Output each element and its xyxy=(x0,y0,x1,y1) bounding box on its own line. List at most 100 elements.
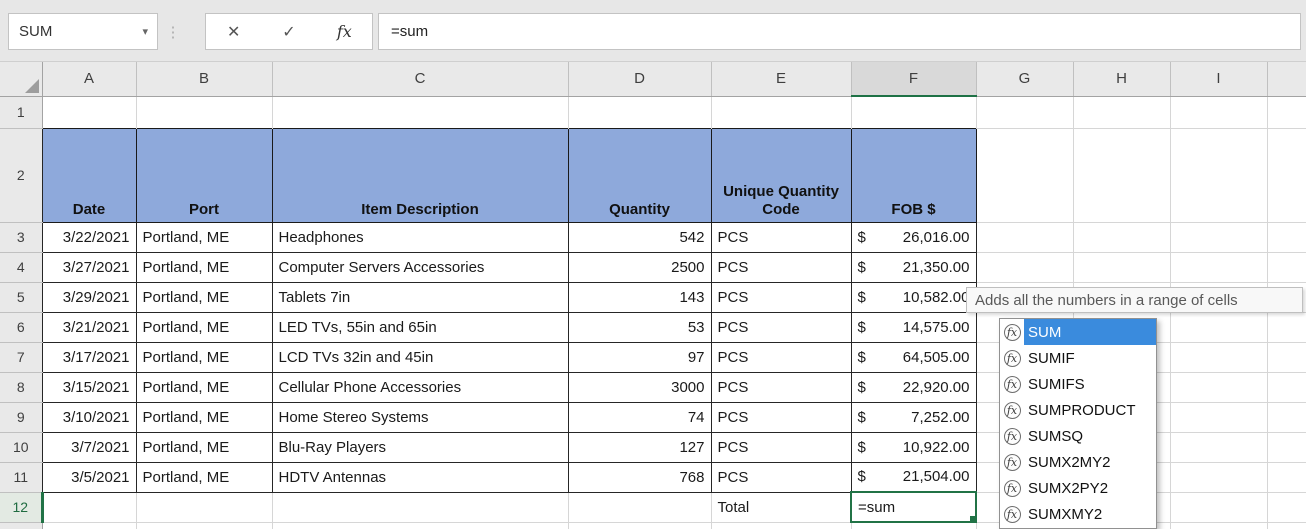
cell-port[interactable]: Portland, ME xyxy=(136,462,272,492)
name-box-dropdown-icon[interactable]: ▾ xyxy=(142,25,157,38)
cell-port[interactable]: Portland, ME xyxy=(136,252,272,282)
function-list-item-sum[interactable]: fx SUM xyxy=(1000,319,1156,345)
cell[interactable] xyxy=(976,128,1073,222)
row-header-2[interactable]: 2 xyxy=(0,128,42,222)
cell-fob[interactable]: $10,922.00 xyxy=(851,432,976,462)
header-cell-fob[interactable]: FOB $ xyxy=(851,128,976,222)
column-header-f-selected[interactable]: F xyxy=(851,62,976,96)
row-header-4[interactable]: 4 xyxy=(0,252,42,282)
formula-input[interactable]: =sum xyxy=(378,13,1301,50)
cell-item[interactable]: LED TVs, 55in and 65in xyxy=(272,312,568,342)
cell-qty[interactable]: 127 xyxy=(568,432,711,462)
cell-port[interactable]: Portland, ME xyxy=(136,342,272,372)
cell[interactable] xyxy=(1267,372,1306,402)
cell[interactable] xyxy=(711,96,851,128)
row-header-7[interactable]: 7 xyxy=(0,342,42,372)
cell-item[interactable]: Tablets 7in xyxy=(272,282,568,312)
function-list-item-sumxmy2[interactable]: fx SUMXMY2 xyxy=(1000,501,1156,527)
function-list-item-sumx2py2[interactable]: fx SUMX2PY2 xyxy=(1000,475,1156,501)
column-header-i[interactable]: I xyxy=(1170,62,1267,96)
cell[interactable] xyxy=(568,96,711,128)
cell-code[interactable]: PCS xyxy=(711,342,851,372)
header-cell-unique-quantity-code[interactable]: Unique Quantity Code xyxy=(711,128,851,222)
cell[interactable] xyxy=(1267,492,1306,522)
row-header-10[interactable]: 10 xyxy=(0,432,42,462)
cell-qty[interactable]: 97 xyxy=(568,342,711,372)
row-header-partial[interactable] xyxy=(0,522,42,529)
header-cell-item-description[interactable]: Item Description xyxy=(272,128,568,222)
cell[interactable] xyxy=(136,96,272,128)
header-cell-date[interactable]: Date xyxy=(42,128,136,222)
function-list-item-sumproduct[interactable]: fx SUMPRODUCT xyxy=(1000,397,1156,423)
cell-port[interactable]: Portland, ME xyxy=(136,432,272,462)
cell-date[interactable]: 3/7/2021 xyxy=(42,432,136,462)
name-box[interactable]: SUM ▾ xyxy=(8,13,158,50)
select-all-button[interactable] xyxy=(0,62,42,96)
cell-item[interactable]: Computer Servers Accessories xyxy=(272,252,568,282)
cell-date[interactable]: 3/29/2021 xyxy=(42,282,136,312)
cell-code[interactable]: PCS xyxy=(711,312,851,342)
cell[interactable] xyxy=(42,96,136,128)
cell-fob[interactable]: $64,505.00 xyxy=(851,342,976,372)
cell[interactable] xyxy=(1170,492,1267,522)
cell-date[interactable]: 3/17/2021 xyxy=(42,342,136,372)
row-header-1[interactable]: 1 xyxy=(0,96,42,128)
row-header-12-selected[interactable]: 12 xyxy=(0,492,42,522)
column-header-a[interactable]: A xyxy=(42,62,136,96)
cell[interactable] xyxy=(568,522,711,529)
cell[interactable] xyxy=(1267,96,1306,128)
cell-date[interactable]: 3/27/2021 xyxy=(42,252,136,282)
column-header-b[interactable]: B xyxy=(136,62,272,96)
cell[interactable] xyxy=(1267,128,1306,222)
header-cell-port[interactable]: Port xyxy=(136,128,272,222)
cell[interactable] xyxy=(1170,312,1267,342)
row-header-9[interactable]: 9 xyxy=(0,402,42,432)
cell-item[interactable]: HDTV Antennas xyxy=(272,462,568,492)
cell-qty[interactable]: 53 xyxy=(568,312,711,342)
cell[interactable] xyxy=(1170,222,1267,252)
cell[interactable] xyxy=(1170,128,1267,222)
cell-fob[interactable]: $10,582.00 xyxy=(851,282,976,312)
row-header-3[interactable]: 3 xyxy=(0,222,42,252)
column-header-c[interactable]: C xyxy=(272,62,568,96)
cell[interactable] xyxy=(1267,462,1306,492)
cell[interactable] xyxy=(1267,432,1306,462)
cell-qty[interactable]: 143 xyxy=(568,282,711,312)
cell[interactable] xyxy=(1170,96,1267,128)
cell[interactable] xyxy=(976,96,1073,128)
cell[interactable] xyxy=(711,522,851,529)
cell-date[interactable]: 3/21/2021 xyxy=(42,312,136,342)
cell[interactable] xyxy=(1073,128,1170,222)
cell[interactable] xyxy=(136,522,272,529)
cell[interactable] xyxy=(1267,342,1306,372)
cell-qty[interactable]: 74 xyxy=(568,402,711,432)
cell-qty[interactable]: 3000 xyxy=(568,372,711,402)
cell-fob[interactable]: $21,350.00 xyxy=(851,252,976,282)
function-list-item-sumifs[interactable]: fx SUMIFS xyxy=(1000,371,1156,397)
cell-total-label[interactable]: Total xyxy=(711,492,851,522)
cell-fob[interactable]: $21,504.00 xyxy=(851,462,976,492)
cell[interactable] xyxy=(851,522,976,529)
cell-qty[interactable]: 2500 xyxy=(568,252,711,282)
cell-item[interactable]: Blu-Ray Players xyxy=(272,432,568,462)
cell[interactable] xyxy=(1267,312,1306,342)
cell[interactable] xyxy=(1170,462,1267,492)
cell[interactable] xyxy=(1170,342,1267,372)
cell[interactable] xyxy=(976,252,1073,282)
cell[interactable] xyxy=(42,522,136,529)
cell[interactable] xyxy=(1267,522,1306,529)
cell-qty[interactable]: 542 xyxy=(568,222,711,252)
cell-qty[interactable]: 768 xyxy=(568,462,711,492)
cell-code[interactable]: PCS xyxy=(711,222,851,252)
cell[interactable] xyxy=(851,96,976,128)
cell[interactable] xyxy=(976,222,1073,252)
cell[interactable] xyxy=(1267,252,1306,282)
column-header-d[interactable]: D xyxy=(568,62,711,96)
cell-code[interactable]: PCS xyxy=(711,372,851,402)
cell-code[interactable]: PCS xyxy=(711,402,851,432)
cell-code[interactable]: PCS xyxy=(711,252,851,282)
cell-date[interactable]: 3/5/2021 xyxy=(42,462,136,492)
cell-code[interactable]: PCS xyxy=(711,432,851,462)
column-header-g[interactable]: G xyxy=(976,62,1073,96)
cell-fob[interactable]: $14,575.00 xyxy=(851,312,976,342)
